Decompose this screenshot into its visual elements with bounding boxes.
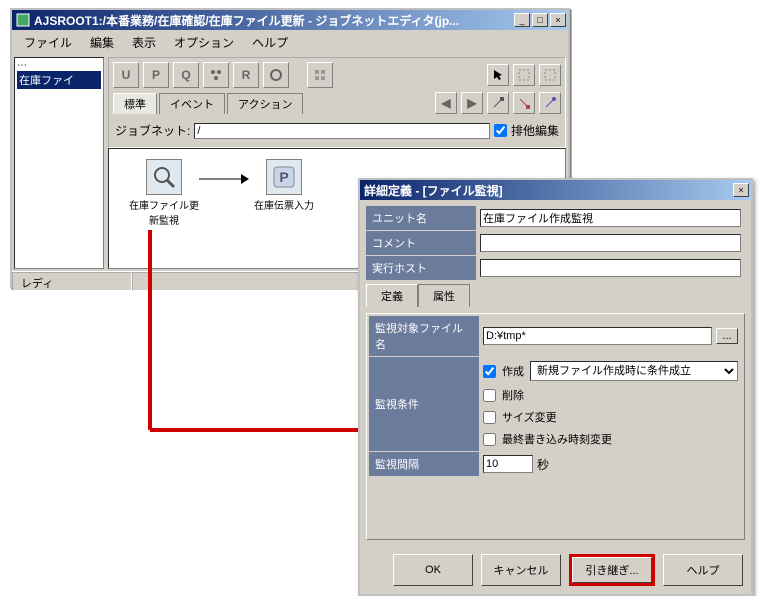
interval-unit: 秒 xyxy=(537,456,549,473)
cond-mtime-label: 最終書き込み時刻変更 xyxy=(502,431,612,447)
magnifier-icon xyxy=(146,159,182,195)
ok-button[interactable]: OK xyxy=(393,554,473,586)
dialog-tab-definition[interactable]: 定義 xyxy=(366,284,418,307)
menu-edit[interactable]: 編集 xyxy=(82,32,122,53)
detail-definition-dialog: 詳細定義 - [ファイル監視] × ユニット名 コメント 実行ホスト 定義 属性… xyxy=(358,178,753,596)
dialog-tab-attribute[interactable]: 属性 xyxy=(418,284,470,307)
job-arrow-icon xyxy=(199,174,249,184)
app-icon xyxy=(16,13,30,27)
browse-button[interactable]: ... xyxy=(716,328,738,344)
dialog-close-button[interactable]: × xyxy=(733,183,749,197)
tb-u-icon[interactable]: U xyxy=(113,62,139,88)
tab-standard[interactable]: 標準 xyxy=(113,93,157,114)
cond-delete-label: 削除 xyxy=(502,387,524,403)
job-file-watch[interactable]: 在庫ファイル更新監視 xyxy=(129,159,199,227)
tab-action[interactable]: アクション xyxy=(227,93,303,114)
menu-view[interactable]: 表示 xyxy=(124,32,164,53)
exclusive-label: 排他編集 xyxy=(511,122,559,139)
tb-circle-icon[interactable] xyxy=(263,62,289,88)
cond-size-label: サイズ変更 xyxy=(502,409,557,425)
jobnet-label: ジョブネット: xyxy=(115,122,190,139)
window-title: AJSROOT1:/本番業務/在庫確認/在庫ファイル更新 - ジョブネットエディ… xyxy=(34,12,512,29)
interval-label: 監視間隔 xyxy=(369,452,479,476)
tb-pointer-icon[interactable] xyxy=(487,64,509,86)
toolbar: U P Q R 標準 イベント ア xyxy=(108,57,566,148)
tb-r-icon[interactable]: R xyxy=(233,62,259,88)
dialog-button-row: OK キャンセル 引き継ぎ... ヘルプ xyxy=(360,546,751,594)
comment-label: コメント xyxy=(366,231,476,255)
program-p-icon: P xyxy=(266,159,302,195)
dialog-titlebar: 詳細定義 - [ファイル監視] × xyxy=(360,180,751,200)
host-input[interactable] xyxy=(480,259,741,277)
tb-selection1-icon[interactable] xyxy=(513,64,535,86)
cond-create-label: 作成 xyxy=(502,363,524,379)
cancel-button[interactable]: キャンセル xyxy=(481,554,561,586)
status-left: レディ xyxy=(12,272,132,291)
cond-delete-checkbox[interactable] xyxy=(483,389,496,402)
svg-text:P: P xyxy=(279,169,288,185)
tb-grid-icon[interactable] xyxy=(307,62,333,88)
comment-input[interactable] xyxy=(480,234,741,252)
tb-connector3-icon[interactable] xyxy=(539,92,561,114)
tb-connector1-icon[interactable] xyxy=(487,92,509,114)
maximize-button[interactable]: □ xyxy=(532,13,548,27)
interval-input[interactable] xyxy=(483,455,533,473)
dialog-title: 詳細定義 - [ファイル監視] xyxy=(364,182,731,199)
menu-option[interactable]: オプション xyxy=(166,32,242,53)
scroll-right-icon[interactable]: ▶ xyxy=(461,92,483,114)
tree-panel[interactable]: ⋯ 在庫ファイ xyxy=(14,57,104,269)
watch-file-label: 監視対象ファイル名 xyxy=(369,316,479,356)
minimize-button[interactable]: _ xyxy=(514,13,530,27)
cond-create-select[interactable]: 新規ファイル作成時に条件成立 xyxy=(530,361,738,381)
host-label: 実行ホスト xyxy=(366,256,476,280)
job-label: 在庫ファイル更新監視 xyxy=(129,197,199,227)
tree-item-selected[interactable]: 在庫ファイ xyxy=(17,71,101,89)
exclusive-checkbox[interactable] xyxy=(494,124,507,137)
pass-button[interactable]: 引き継ぎ... xyxy=(572,557,652,583)
titlebar: AJSROOT1:/本番業務/在庫確認/在庫ファイル更新 - ジョブネットエディ… xyxy=(12,10,568,30)
unit-name-label: ユニット名 xyxy=(366,206,476,230)
cond-mtime-checkbox[interactable] xyxy=(483,433,496,446)
tb-selection2-icon[interactable] xyxy=(539,64,561,86)
watch-file-input[interactable] xyxy=(483,327,712,345)
help-button[interactable]: ヘルプ xyxy=(663,554,743,586)
tb-q-icon[interactable]: Q xyxy=(173,62,199,88)
tab-event[interactable]: イベント xyxy=(159,93,225,114)
pass-button-highlight: 引き継ぎ... xyxy=(569,554,655,586)
cond-size-checkbox[interactable] xyxy=(483,411,496,424)
tb-nodes-icon[interactable] xyxy=(203,62,229,88)
tb-p-icon[interactable]: P xyxy=(143,62,169,88)
jobnet-input[interactable] xyxy=(194,123,490,139)
menubar: ファイル 編集 表示 オプション ヘルプ xyxy=(12,30,568,55)
menu-file[interactable]: ファイル xyxy=(16,32,80,53)
cond-create-checkbox[interactable] xyxy=(483,365,496,378)
job-input[interactable]: P 在庫伝票入力 xyxy=(249,159,319,212)
scroll-left-icon[interactable]: ◀ xyxy=(435,92,457,114)
job-label: 在庫伝票入力 xyxy=(249,197,319,212)
unit-name-input[interactable] xyxy=(480,209,741,227)
condition-label: 監視条件 xyxy=(369,357,479,451)
tb-connector2-icon[interactable] xyxy=(513,92,535,114)
menu-help[interactable]: ヘルプ xyxy=(244,32,296,53)
close-button[interactable]: × xyxy=(550,13,566,27)
